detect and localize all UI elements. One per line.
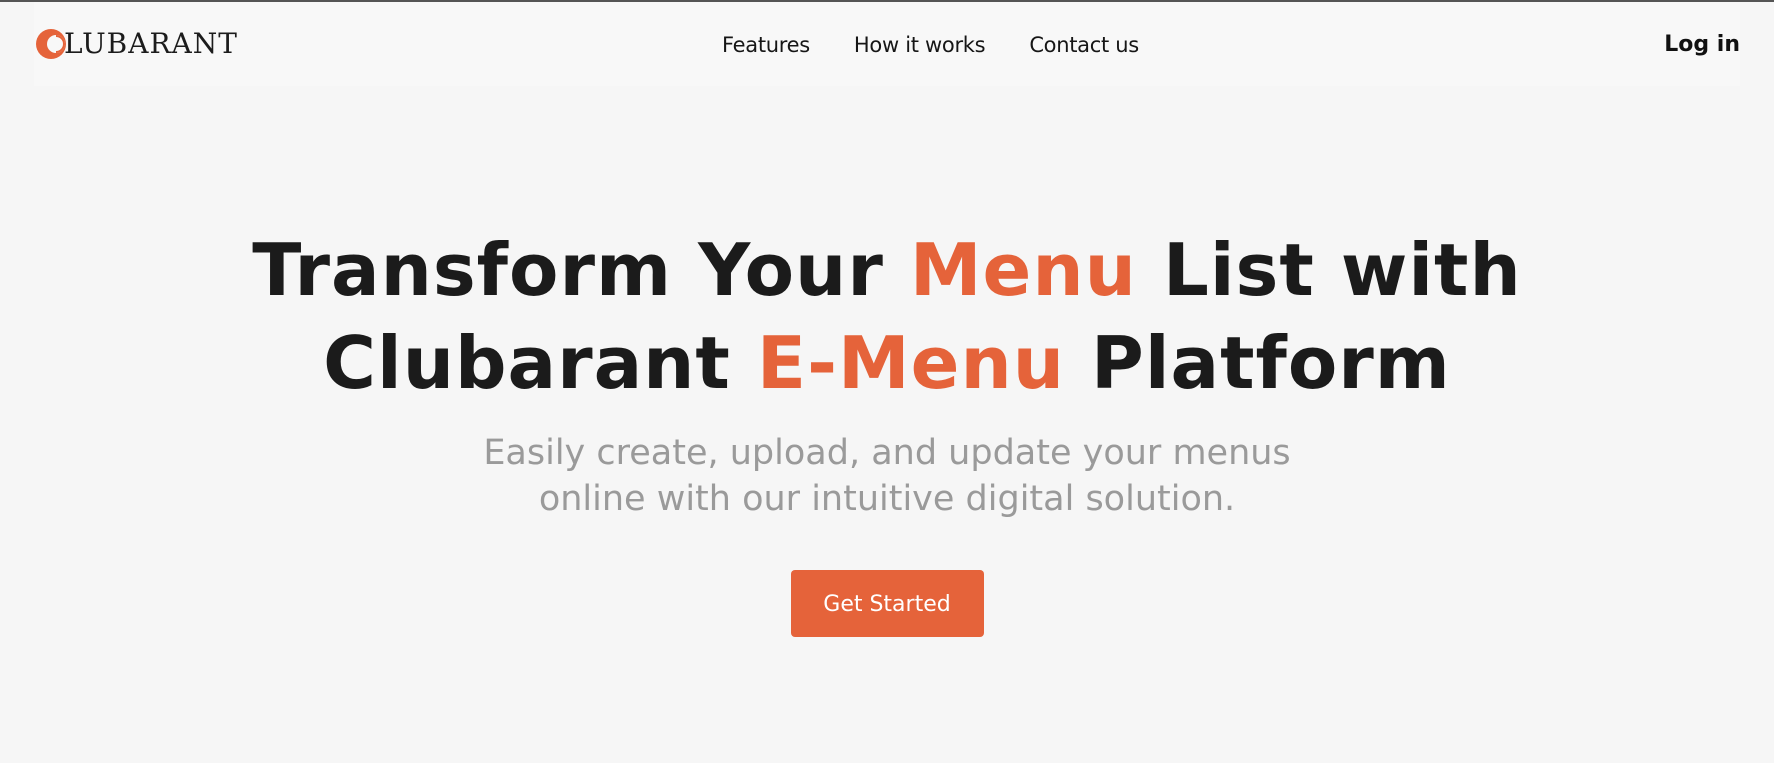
main-nav: Features How it works Contact us (722, 30, 1139, 60)
hero-title-line-2: Clubarant E-Menu Platform (323, 321, 1451, 405)
hero-title-text: Transform Your (252, 228, 910, 312)
nav-link-how-it-works[interactable]: How it works (854, 30, 986, 60)
hero-title-accent-e-menu: E-Menu (756, 321, 1065, 405)
clubarant-c-logo-icon (36, 29, 66, 59)
hero-title: Transform Your Menu List with Clubarant … (0, 224, 1774, 410)
hero-title-text: Clubarant (323, 321, 757, 405)
nav-link-contact-us[interactable]: Contact us (1029, 30, 1139, 60)
top-navbar: LUBARANT Features How it works Contact u… (34, 2, 1740, 86)
hero-subtitle: Easily create, upload, and update your m… (483, 433, 1291, 519)
hero-title-accent-menu: Menu (909, 228, 1137, 312)
login-link[interactable]: Log in (1664, 30, 1740, 60)
hero-section: Transform Your Menu List with Clubarant … (0, 224, 1774, 637)
hero-title-text: List with (1136, 228, 1522, 312)
nav-link-features[interactable]: Features (722, 30, 810, 60)
landing-page: LUBARANT Features How it works Contact u… (0, 0, 1774, 763)
brand-logo[interactable]: LUBARANT (34, 24, 238, 64)
hero-title-text: Platform (1064, 321, 1451, 405)
brand-name: LUBARANT (64, 27, 238, 60)
get-started-button[interactable]: Get Started (790, 570, 984, 637)
hero-title-line-1: Transform Your Menu List with (252, 228, 1521, 312)
